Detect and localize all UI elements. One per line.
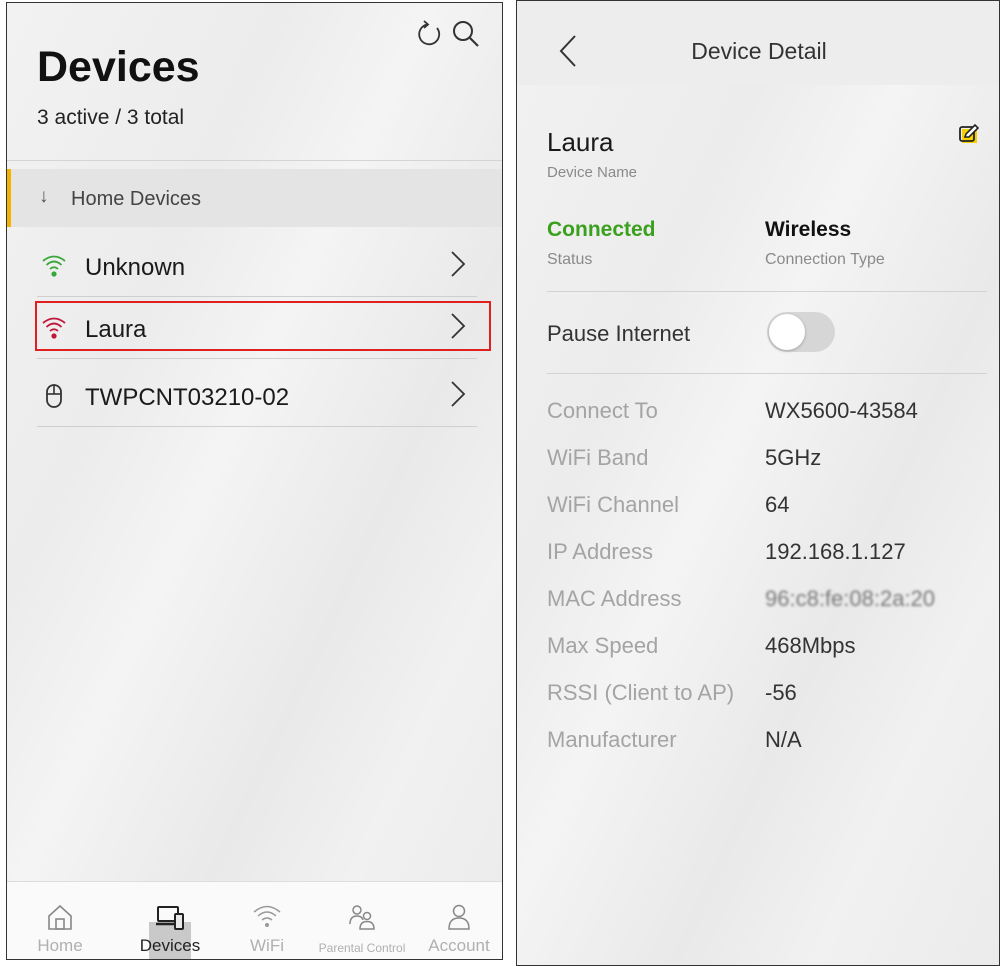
info-label: WiFi Band xyxy=(547,445,649,470)
info-value: 5GHz xyxy=(765,445,822,470)
wifi-icon xyxy=(41,253,67,279)
pause-internet-label: Pause Internet xyxy=(547,321,691,346)
nav-devices[interactable]: Devices xyxy=(125,882,215,959)
info-value: -56 xyxy=(765,680,797,705)
info-label: Connect To xyxy=(547,398,658,423)
mouse-icon xyxy=(41,383,67,409)
search-icon[interactable] xyxy=(451,19,481,49)
info-row-wifi-band: WiFi Band 5GHz xyxy=(547,445,987,475)
info-value: WX5600-43584 xyxy=(765,398,918,423)
device-name: TWPCNT03210-02 xyxy=(85,384,290,411)
home-icon xyxy=(45,902,75,932)
nav-label: WiFi xyxy=(250,936,284,955)
nav-account[interactable]: Account xyxy=(419,882,499,959)
info-label: Max Speed xyxy=(547,633,659,658)
info-row-ip-address: IP Address 192.168.1.127 xyxy=(547,539,987,569)
chevron-right-icon xyxy=(449,379,467,409)
connection-type-label: Connection Type xyxy=(765,251,885,268)
info-value: 96:c8:fe:08:2a:20 xyxy=(765,586,936,611)
nav-wifi[interactable]: WiFi xyxy=(232,882,302,959)
bottom-nav: Home Devices WiFi Parental Control Accou xyxy=(7,881,502,959)
page-title: Devices xyxy=(37,43,200,91)
info-row-connect-to: Connect To WX5600-43584 xyxy=(547,398,987,428)
status-value: Connected xyxy=(547,218,656,241)
nav-parental-control[interactable]: Parental Control xyxy=(303,882,421,959)
header-bar: Device Detail xyxy=(517,1,999,85)
info-label: Manufacturer xyxy=(547,727,677,752)
group-label: Home Devices xyxy=(71,188,202,210)
info-label: WiFi Channel xyxy=(547,492,680,517)
info-value: 64 xyxy=(765,492,790,517)
info-row-rssi: RSSI (Client to AP) -56 xyxy=(547,680,987,710)
device-name-label: Device Name xyxy=(547,164,638,181)
device-row-twpcnt03210-02[interactable]: TWPCNT03210-02 xyxy=(37,365,477,427)
divider xyxy=(547,291,987,292)
nav-label: Home xyxy=(37,936,83,955)
nav-label: Parental Control xyxy=(318,941,406,955)
pause-internet-toggle[interactable] xyxy=(767,312,835,352)
devices-icon xyxy=(155,902,185,932)
device-detail-screen: Device Detail Laura Device Name Connecte… xyxy=(516,0,1000,966)
info-value: N/A xyxy=(765,727,802,752)
info-value: 192.168.1.127 xyxy=(765,539,906,564)
info-label: MAC Address xyxy=(547,586,682,611)
arrow-down-icon: ↓ xyxy=(39,186,49,207)
nav-label: Account xyxy=(428,936,490,955)
info-label: IP Address xyxy=(547,539,653,564)
devices-screen: Devices 3 active / 3 total ↓ Home Device… xyxy=(6,2,503,960)
info-row-manufacturer: Manufacturer N/A xyxy=(547,727,987,757)
status-label: Status xyxy=(547,251,593,268)
device-name-value: Laura xyxy=(547,127,614,157)
device-row-unknown[interactable]: Unknown xyxy=(37,235,477,297)
toggle-knob xyxy=(769,314,805,350)
parental-control-icon xyxy=(347,902,377,932)
divider xyxy=(547,373,987,374)
info-label: RSSI (Client to AP) xyxy=(547,680,735,705)
info-row-mac-address: MAC Address 96:c8:fe:08:2a:20 xyxy=(547,586,987,616)
device-name: Unknown xyxy=(85,254,186,281)
divider xyxy=(7,160,502,161)
selection-highlight xyxy=(35,301,491,351)
account-icon xyxy=(444,902,474,932)
device-count: 3 active / 3 total xyxy=(37,106,185,129)
wifi-icon xyxy=(252,902,282,932)
chevron-right-icon xyxy=(449,249,467,279)
nav-label: Devices xyxy=(139,936,201,955)
nav-home[interactable]: Home xyxy=(25,882,95,959)
page-title: Device Detail xyxy=(691,38,827,64)
info-value: 468Mbps xyxy=(765,633,856,658)
group-header-home-devices[interactable]: ↓ Home Devices xyxy=(7,169,502,227)
info-row-max-speed: Max Speed 468Mbps xyxy=(547,633,987,663)
refresh-icon[interactable] xyxy=(415,19,445,49)
connection-type-value: Wireless xyxy=(765,218,852,241)
edit-icon[interactable] xyxy=(958,123,980,145)
info-row-wifi-channel: WiFi Channel 64 xyxy=(547,492,987,522)
